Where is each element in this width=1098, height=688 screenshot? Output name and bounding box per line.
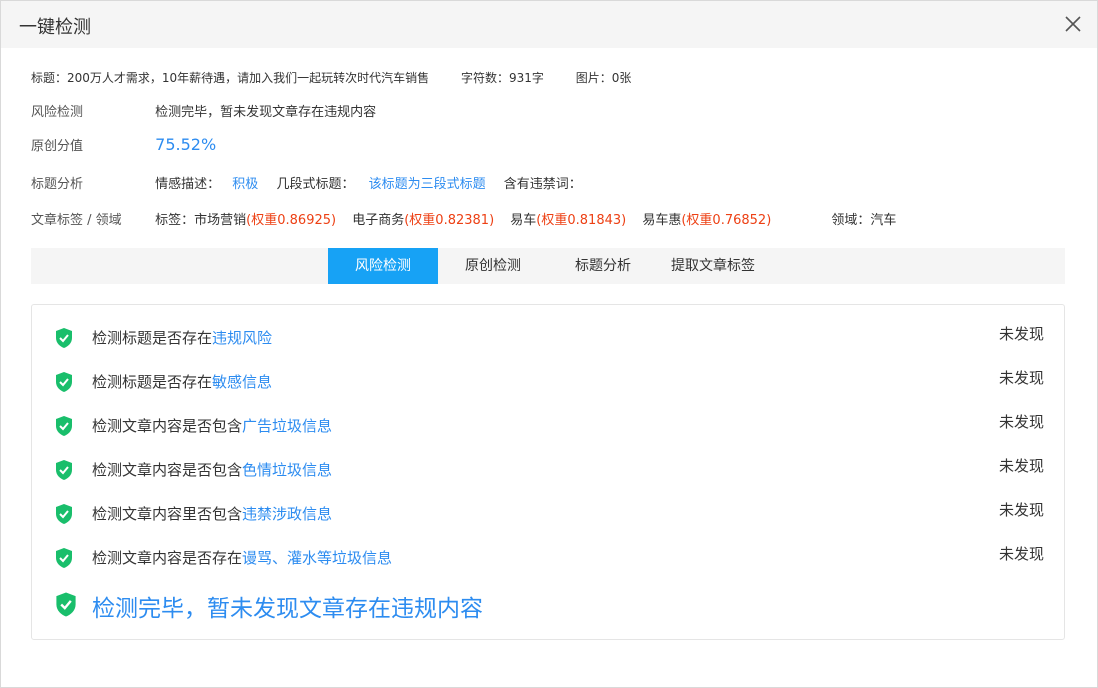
risk-results-panel: 检测标题是否存在违规风险 未发现 检测标题是否存在敏感信息 未发现 检测文章内容… <box>31 304 1065 640</box>
check-highlight: 违规风险 <box>212 329 273 347</box>
title-analysis-row: 标题分析 情感描述： 积极 几段式标题： 该标题为三段式标题 含有违禁词： <box>31 173 582 192</box>
check-status: 未发现 <box>998 545 1044 563</box>
check-prefix: 检测标题是否存在 <box>92 373 213 391</box>
risk-value: 检测完毕，暂未发现文章存在违规内容 <box>155 105 377 120</box>
dialog-title: 一键检测 <box>19 17 91 38</box>
article-headline: 标题：200万人才需求，10年薪待遇，请加入我们一起玩转次时代汽车销售 <box>31 71 430 85</box>
check-status: 未发现 <box>998 413 1044 431</box>
check-status: 未发现 <box>998 501 1044 519</box>
tag-weight: (权重0.86925) <box>246 213 337 228</box>
check-highlight: 色情垃圾信息 <box>242 461 333 479</box>
check-highlight: 广告垃圾信息 <box>242 417 333 435</box>
check-prefix: 检测文章内容是否包含 <box>92 461 243 479</box>
shield-check-icon <box>54 415 74 441</box>
shield-check-icon <box>54 591 78 624</box>
check-prefix: 检测文章内容是否存在 <box>92 549 243 567</box>
shield-check-icon <box>54 459 74 485</box>
forbidden-words-label: 含有违禁词： <box>503 177 582 192</box>
check-highlight: 违禁涉政信息 <box>242 505 333 523</box>
shield-check-icon <box>54 371 74 397</box>
check-status: 未发现 <box>998 369 1044 387</box>
tags-row: 文章标签 / 领域 标签：市场营销(权重0.86925) 电子商务(权重0.82… <box>31 209 896 228</box>
final-result-text: 检测完毕，暂未发现文章存在违规内容 <box>92 596 483 622</box>
tag-weight: (权重0.82381) <box>404 213 495 228</box>
domain-value: 领域：汽车 <box>831 213 897 228</box>
title-analysis-label: 标题分析 <box>31 177 84 192</box>
tag-name: 易车惠 <box>642 213 682 228</box>
tag-name: 电子商务 <box>352 213 405 228</box>
article-meta: 标题：200万人才需求，10年薪待遇，请加入我们一起玩转次时代汽车销售 字符数：… <box>31 69 631 86</box>
tab-original-detection[interactable]: 原创检测 <box>438 248 548 284</box>
detection-tabs: 风险检测 原创检测 标题分析 提取文章标签 <box>31 248 1065 284</box>
char-count: 字符数：931字 <box>461 71 544 85</box>
tag-weight: (权重0.76852) <box>681 213 772 228</box>
detection-dialog: 一键检测 标题：200万人才需求，10年薪待遇，请加入我们一起玩转次时代汽车销售… <box>0 0 1098 688</box>
tags-label: 文章标签 / 领域 <box>31 213 122 228</box>
tag-weight: (权重0.81843) <box>536 213 627 228</box>
check-highlight: 谩骂、灌水等垃圾信息 <box>242 549 393 567</box>
check-prefix: 检测文章内容是否包含 <box>92 417 243 435</box>
segment-value: 该标题为三段式标题 <box>368 177 486 192</box>
tag-name: 市场营销 <box>194 213 247 228</box>
shield-check-icon <box>54 327 74 353</box>
original-row: 原创分值 75.52% <box>31 135 216 154</box>
dialog-header: 一键检测 <box>1 1 1097 48</box>
check-status: 未发现 <box>998 325 1044 343</box>
check-prefix: 检测标题是否存在 <box>92 329 213 347</box>
tab-title-analysis[interactable]: 标题分析 <box>548 248 658 284</box>
segment-label: 几段式标题： <box>276 177 355 192</box>
tab-risk-detection[interactable]: 风险检测 <box>328 248 438 284</box>
shield-check-icon <box>54 503 74 529</box>
shield-check-icon <box>54 547 74 573</box>
emotion-value: 积极 <box>232 177 259 192</box>
check-highlight: 敏感信息 <box>212 373 273 391</box>
emotion-label: 情感描述： <box>155 177 221 192</box>
original-label: 原创分值 <box>31 139 84 154</box>
tags-prefix: 标签： <box>155 213 195 228</box>
image-count: 图片：0张 <box>575 71 632 85</box>
risk-row: 风险检测 检测完毕，暂未发现文章存在违规内容 <box>31 101 376 120</box>
check-status: 未发现 <box>998 457 1044 475</box>
tag-name: 易车 <box>510 213 537 228</box>
check-prefix: 检测文章内容里否包含 <box>92 505 243 523</box>
tab-extract-tags[interactable]: 提取文章标签 <box>658 248 768 284</box>
close-icon[interactable] <box>1063 14 1083 34</box>
risk-label: 风险检测 <box>31 105 84 120</box>
original-score: 75.52% <box>155 135 217 154</box>
